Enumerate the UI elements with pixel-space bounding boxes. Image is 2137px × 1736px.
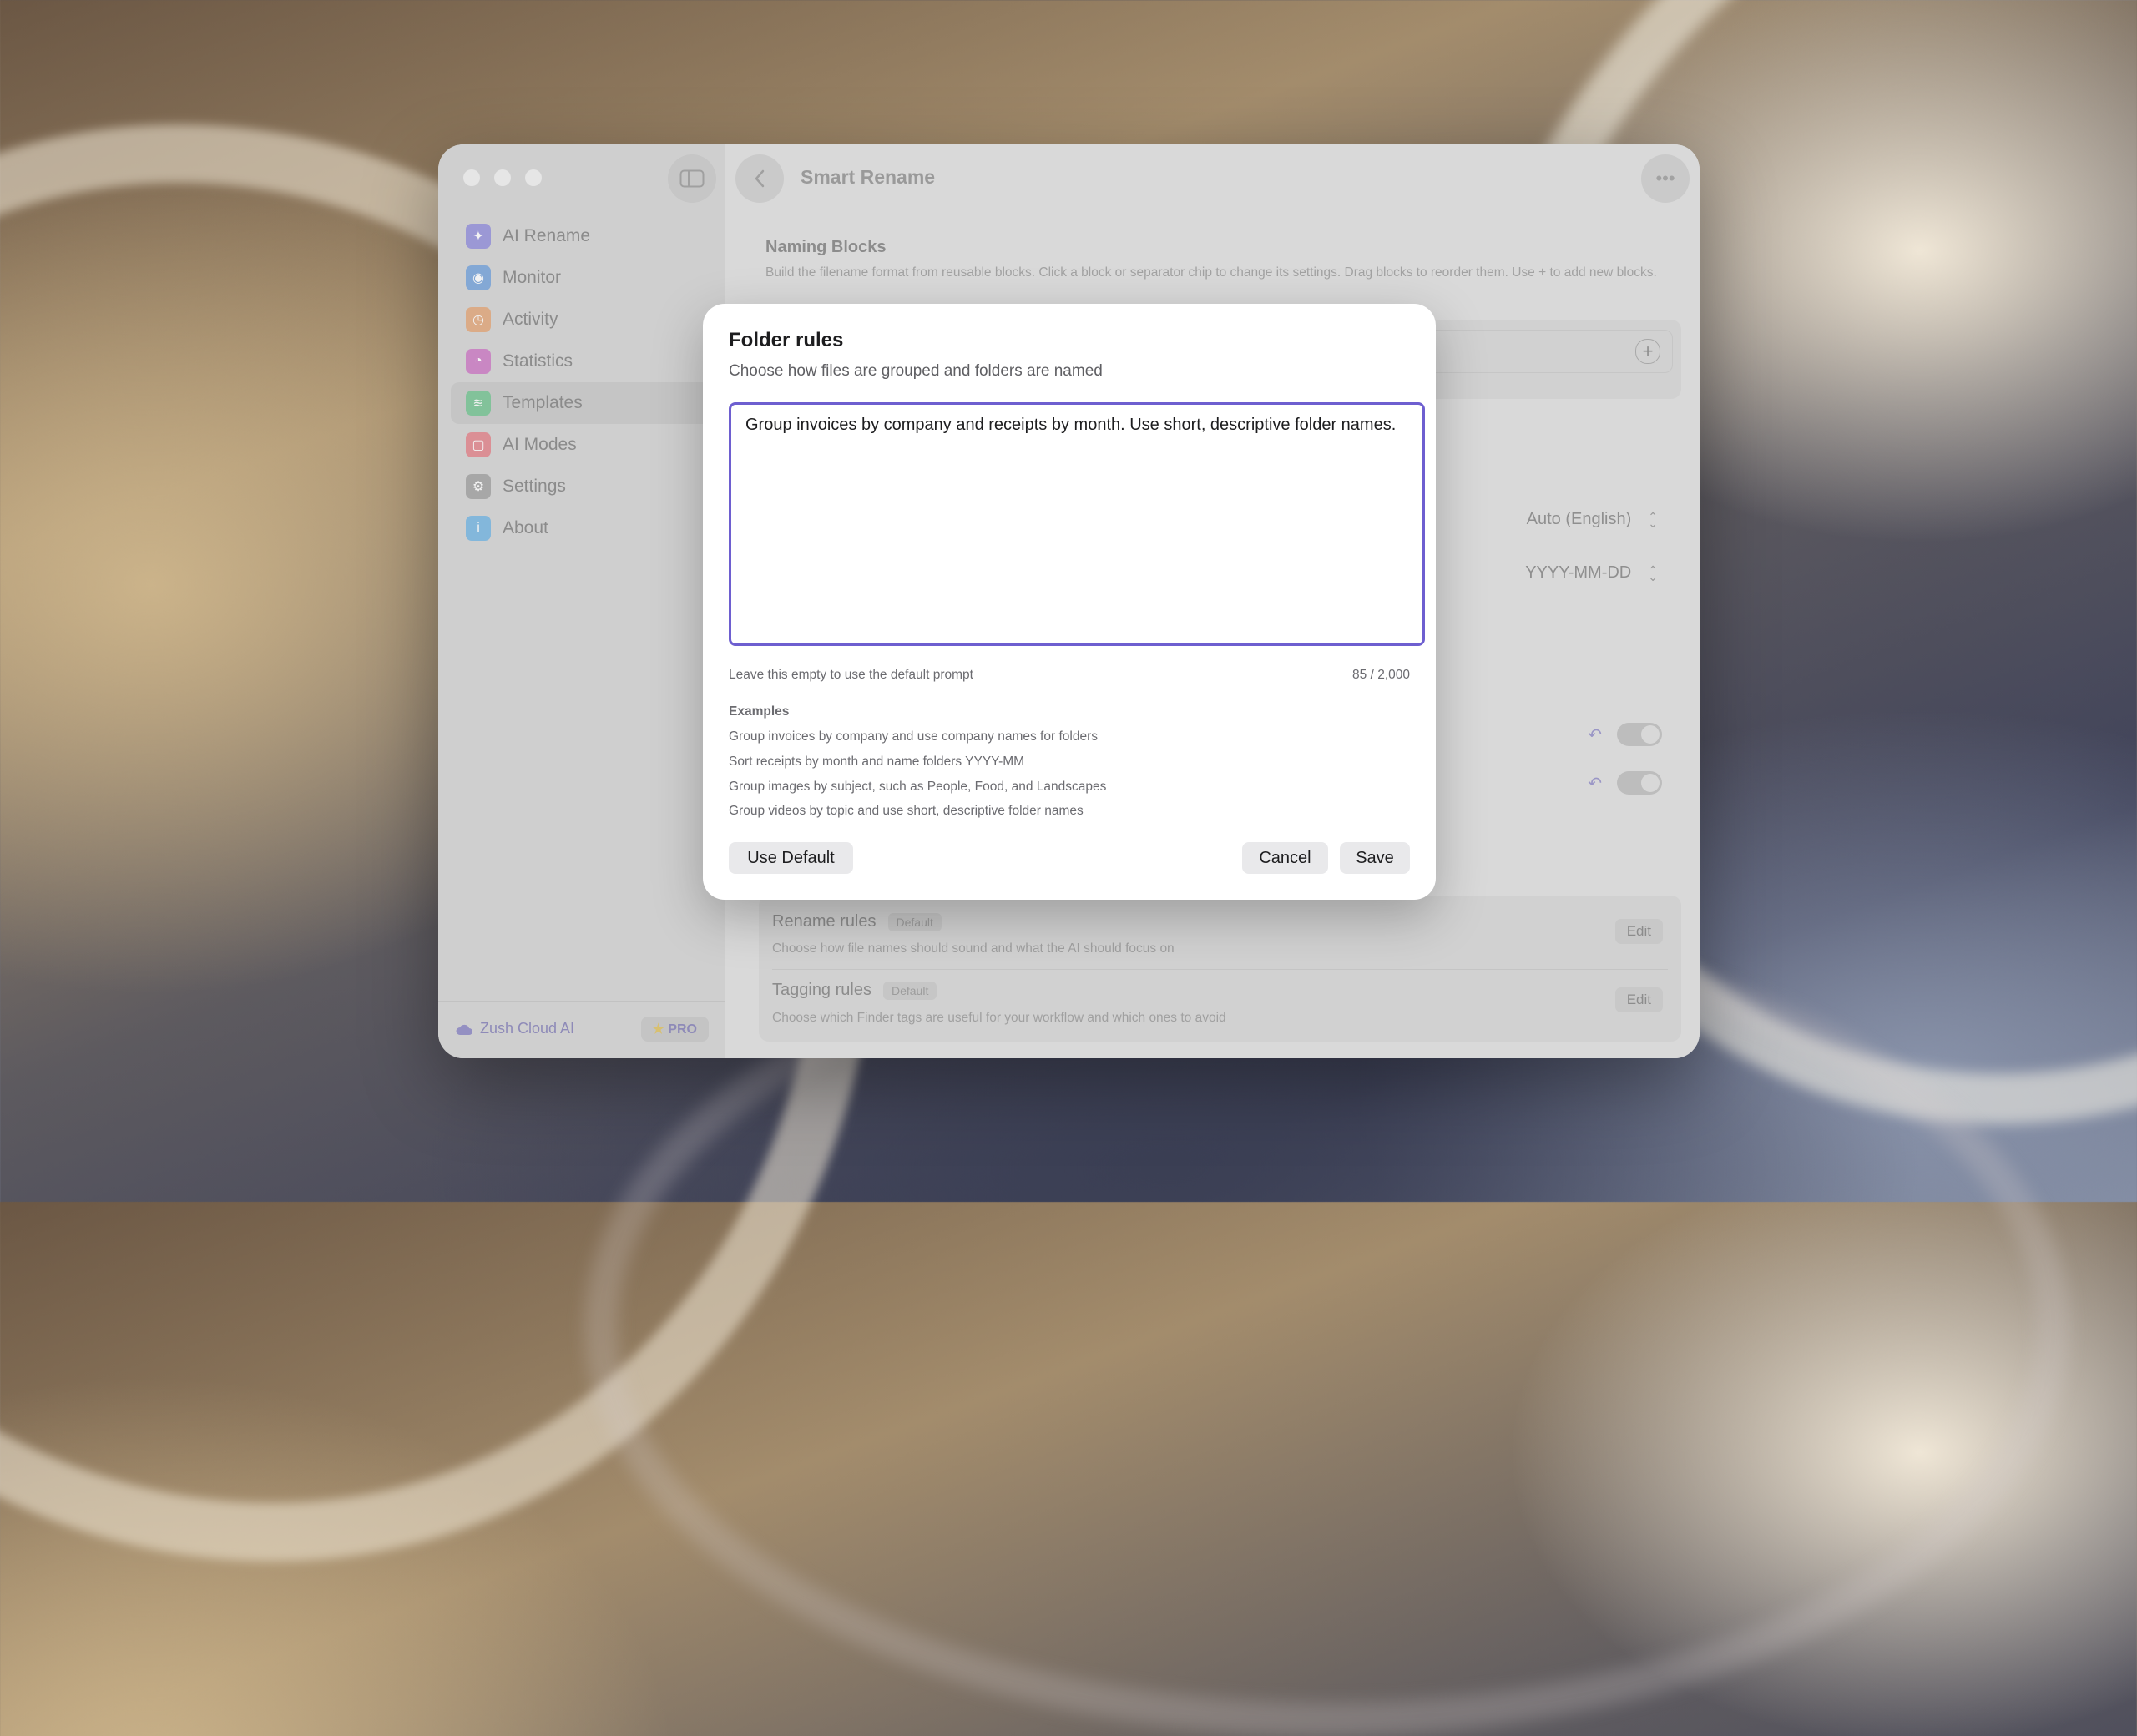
pro-badge[interactable]: ★ PRO (640, 1017, 709, 1042)
use-default-button[interactable]: Use Default (729, 842, 853, 874)
page-title: Smart Rename (801, 166, 936, 188)
sidebar-item-label: Activity (503, 310, 558, 329)
tagging-rules-row: Tagging rules Default Choose which Finde… (765, 969, 1675, 1042)
rule-title: Rename rules Default (772, 912, 942, 931)
sidebar-item-label: AI Modes (503, 435, 577, 454)
sidebar-item-ai-rename[interactable]: ✦ AI Rename (451, 215, 720, 257)
option-toggle-row: ↶ (1588, 771, 1662, 795)
back-button[interactable] (735, 154, 784, 203)
sidebar-item-statistics[interactable]: ◔ Statistics (451, 341, 720, 382)
more-button[interactable]: ••• (1641, 154, 1690, 203)
pie-chart-icon: ◔ (466, 349, 491, 374)
reset-icon[interactable]: ↶ (1588, 724, 1602, 745)
reset-icon[interactable]: ↶ (1588, 773, 1602, 794)
character-counter: 85 / 2,000 (1352, 668, 1410, 682)
rule-description: Choose how file names should sound and w… (772, 941, 1175, 956)
edit-tagging-rules-button[interactable]: Edit (1614, 987, 1663, 1012)
ellipsis-icon: ••• (1655, 168, 1675, 189)
pro-label: PRO (668, 1022, 697, 1037)
dialog-subtitle: Choose how files are grouped and folders… (729, 362, 1103, 380)
language-select[interactable]: Auto (English) ⌃ ⌄ (1527, 510, 1658, 529)
info-icon: i (466, 516, 491, 541)
rename-rules-row: Rename rules Default Choose how file nam… (765, 896, 1675, 970)
rule-description: Choose which Finder tags are useful for … (772, 1011, 1226, 1025)
clock-icon: ◷ (466, 307, 491, 332)
cloud-icon (456, 1024, 472, 1035)
date-format-select[interactable]: YYYY-MM-DD ⌃ ⌄ (1525, 563, 1658, 583)
naming-blocks-title: Naming Blocks (765, 238, 887, 256)
folder-rules-textarea[interactable]: Group invoices by company and receipts b… (729, 402, 1425, 646)
chevron-up-down-icon: ⌃ ⌄ (1648, 509, 1658, 530)
sidebar-item-templates[interactable]: ≋ Templates (451, 382, 720, 424)
option-toggle[interactable] (1617, 723, 1662, 746)
chevron-left-icon (755, 169, 765, 188)
example-item[interactable]: Group invoices by company and use compan… (729, 729, 1098, 744)
plus-icon: + (1642, 341, 1654, 361)
empty-hint: Leave this empty to use the default prom… (729, 668, 973, 682)
default-badge: Default (882, 981, 937, 1000)
option-toggle-row: ↶ (1588, 723, 1662, 746)
add-block-button[interactable]: + (1635, 339, 1660, 364)
gear-icon: ⚙ (466, 474, 491, 499)
eye-icon: ◉ (466, 265, 491, 290)
cancel-button[interactable]: Cancel (1242, 842, 1328, 874)
rule-title-text: Rename rules (772, 912, 877, 931)
language-select-value: Auto (English) (1526, 510, 1632, 528)
zoom-window-button[interactable] (525, 169, 542, 186)
sidebar: ✦ AI Rename ◉ Monitor ◷ Activity ◔ Stati… (438, 144, 725, 1058)
edit-rename-rules-button[interactable]: Edit (1614, 919, 1663, 944)
sidebar-item-ai-modes[interactable]: ▢ AI Modes (451, 424, 720, 466)
example-item[interactable]: Sort receipts by month and name folders … (729, 754, 1024, 770)
sidebar-icon (679, 169, 705, 188)
default-badge: Default (887, 912, 942, 931)
rules-panel: Rename rules Default Choose how file nam… (759, 896, 1681, 1042)
cloud-ai-label: Zush Cloud AI (480, 1020, 575, 1037)
sidebar-item-label: AI Rename (503, 226, 591, 245)
folder-rules-dialog: Folder rules Choose how files are groupe… (703, 304, 1436, 900)
minimize-window-button[interactable] (494, 169, 511, 186)
rule-title-text: Tagging rules (772, 981, 871, 999)
rule-title: Tagging rules Default (772, 981, 937, 1000)
sidebar-nav: ✦ AI Rename ◉ Monitor ◷ Activity ◔ Stati… (451, 215, 720, 549)
sidebar-item-settings[interactable]: ⚙ Settings (451, 466, 720, 507)
cloud-ai-link[interactable]: Zush Cloud AI (455, 1020, 574, 1037)
chevron-up-down-icon: ⌃ ⌄ (1648, 563, 1658, 583)
layers-icon: ≋ (466, 391, 491, 416)
star-icon: ★ (652, 1022, 669, 1037)
sidebar-item-label: Templates (503, 393, 583, 412)
sidebar-item-monitor[interactable]: ◉ Monitor (451, 257, 720, 299)
sidebar-item-label: Settings (503, 477, 566, 496)
sidebar-item-activity[interactable]: ◷ Activity (451, 299, 720, 341)
dialog-title: Folder rules (729, 329, 844, 351)
sidebar-item-label: Monitor (503, 268, 562, 287)
square-icon: ▢ (466, 432, 491, 457)
sparkles-icon: ✦ (466, 224, 491, 249)
date-format-select-value: YYYY-MM-DD (1525, 563, 1632, 582)
naming-blocks-description: Build the filename format from reusable … (765, 265, 1657, 280)
sidebar-item-label: About (503, 518, 548, 537)
sidebar-toggle-button[interactable] (668, 154, 716, 203)
example-item[interactable]: Group images by subject, such as People,… (729, 780, 1106, 795)
save-button[interactable]: Save (1340, 842, 1410, 874)
option-toggle[interactable] (1617, 771, 1662, 795)
sidebar-item-about[interactable]: i About (451, 507, 720, 549)
sidebar-footer: Zush Cloud AI ★ PRO (438, 1001, 725, 1058)
sidebar-item-label: Statistics (503, 351, 573, 371)
toolbar: Smart Rename ••• (725, 144, 1700, 211)
examples-title: Examples (729, 704, 790, 719)
example-item[interactable]: Group videos by topic and use short, des… (729, 804, 1084, 819)
close-window-button[interactable] (463, 169, 480, 186)
